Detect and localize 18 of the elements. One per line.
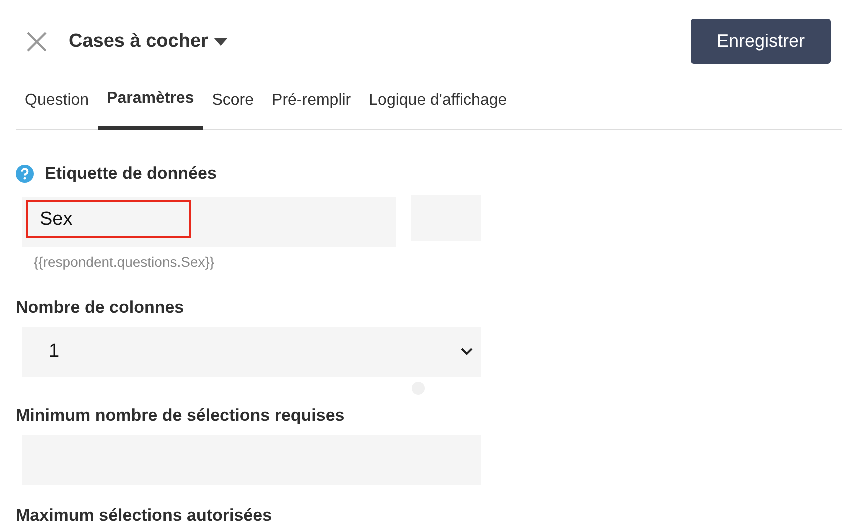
- close-icon[interactable]: [26, 30, 48, 52]
- variable-hint: {{respondent.questions.Sex}}: [34, 254, 216, 270]
- field-label: Etiquette de données: [45, 164, 217, 184]
- tab[interactable]: Paramètres: [98, 84, 204, 130]
- tab[interactable]: Question: [16, 84, 98, 130]
- select-field[interactable]: 1: [22, 327, 481, 377]
- tab[interactable]: Pré-remplir: [263, 84, 360, 130]
- field-label: Maximum sélections autorisées: [16, 506, 272, 525]
- save-button[interactable]: Enregistrer: [691, 19, 831, 64]
- field-label: Nombre de colonnes: [16, 298, 184, 317]
- tab[interactable]: Score: [203, 84, 264, 130]
- chevron-icon: [461, 348, 473, 356]
- input-field[interactable]: Sex: [22, 197, 396, 247]
- caret-icon[interactable]: [214, 38, 228, 46]
- page-title: Cases à cocher: [69, 30, 208, 52]
- field-label: Minimum nombre de sélections requises: [16, 406, 345, 425]
- tab[interactable]: Logique d'affichage: [360, 84, 516, 130]
- help-icon[interactable]: [16, 165, 34, 183]
